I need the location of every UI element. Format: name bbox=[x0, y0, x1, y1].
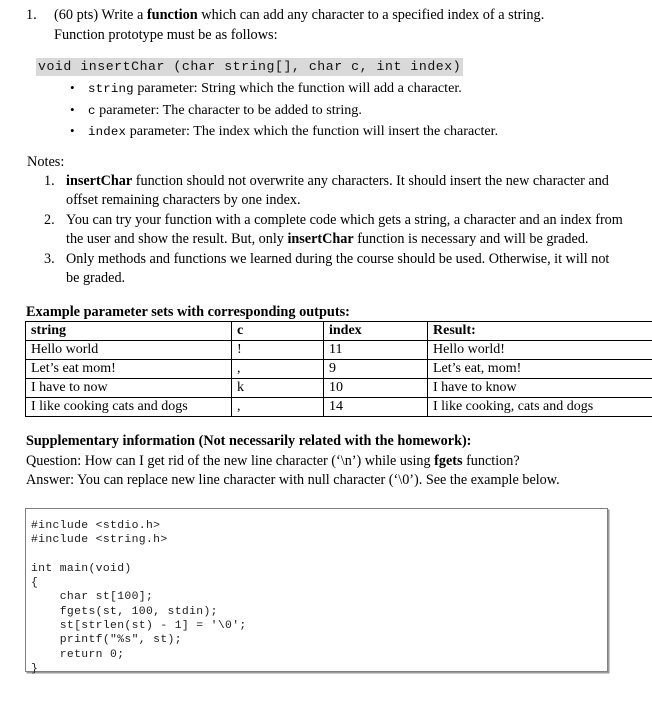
cell-string: I have to now bbox=[25, 378, 232, 398]
table-row: Hello world ! 11 Hello world! bbox=[25, 340, 652, 360]
cell-string: I like cooking cats and dogs bbox=[25, 397, 232, 417]
bullet-content: index parameter: The index which the fun… bbox=[88, 121, 615, 143]
table-row: I like cooking cats and dogs , 14 I like… bbox=[25, 397, 652, 417]
function-prototype-code: void insertChar (char string[], char c, … bbox=[36, 58, 464, 76]
question-bold-word: function bbox=[146, 7, 198, 23]
list-item: • string parameter: String which the fun… bbox=[70, 78, 615, 100]
column-header-index: index bbox=[323, 321, 428, 341]
question-line-2: Function prototype must be as follows: bbox=[54, 26, 278, 43]
note-content: insertChar function should not overwrite… bbox=[66, 172, 624, 211]
question-1-block: 1. (60 pts) Write a function which can a… bbox=[26, 6, 626, 45]
list-item: 2. You can try your function with a comp… bbox=[44, 211, 624, 250]
notes-label: Notes: bbox=[27, 154, 65, 170]
cell-result: I like cooking, cats and dogs bbox=[427, 397, 652, 417]
list-item: • c parameter: The character to be added… bbox=[70, 100, 615, 122]
note-content: You can try your function with a complet… bbox=[66, 211, 624, 250]
example-table-heading: Example parameter sets with correspondin… bbox=[26, 304, 350, 320]
table-header: string c index Result: bbox=[25, 321, 652, 341]
note-body-text: function should not overwrite any charac… bbox=[66, 173, 609, 209]
supplementary-question-suffix: function? bbox=[462, 452, 520, 469]
cell-result: I have to know bbox=[427, 378, 652, 398]
cell-string: Hello world bbox=[25, 340, 232, 360]
question-number: 1. bbox=[26, 7, 37, 23]
column-header-result: Result: bbox=[427, 321, 652, 341]
table-header-row: string c index Result: bbox=[25, 321, 652, 341]
cell-c: , bbox=[231, 359, 324, 379]
cell-result: Let’s eat, mom! bbox=[427, 359, 652, 379]
note-number: 1. bbox=[44, 173, 55, 189]
param-desc-c: parameter: The character to be added to … bbox=[95, 101, 362, 118]
column-header-string: string bbox=[25, 321, 232, 341]
code-sample-text: #include <stdio.h> #include <string.h> i… bbox=[31, 520, 247, 675]
note-number: 3. bbox=[44, 250, 55, 267]
table-row: Let’s eat mom! , 9 Let’s eat, mom! bbox=[25, 359, 652, 379]
param-desc-string: parameter: String which the function wil… bbox=[133, 80, 462, 96]
cell-c: , bbox=[231, 397, 324, 417]
note-body-part2: function is necessary and will be graded… bbox=[353, 231, 589, 248]
column-header-c: c bbox=[231, 321, 324, 341]
bullet-dot-icon: • bbox=[70, 80, 75, 95]
note-number: 2. bbox=[44, 211, 55, 228]
supplementary-question-prefix: Question: How can I get rid of the new l… bbox=[26, 452, 435, 469]
param-code-string: string bbox=[88, 82, 134, 96]
supplementary-section: Supplementary information (Not necessari… bbox=[26, 432, 626, 491]
cell-index: 9 bbox=[323, 359, 428, 379]
table-body: Hello world ! 11 Hello world! Let’s eat … bbox=[25, 340, 652, 417]
list-item: 1. insertChar function should not overwr… bbox=[44, 172, 624, 211]
question-points-prefix: (60 pts) Write a bbox=[54, 7, 147, 23]
param-code-c: c bbox=[88, 103, 96, 118]
cell-result: Hello world! bbox=[427, 340, 652, 360]
bullet-dot-icon: • bbox=[70, 123, 75, 139]
question-line-1: (60 pts) Write a function which can add … bbox=[54, 6, 626, 26]
cell-c: k bbox=[231, 378, 324, 398]
table-row: I have to now k 10 I have to know bbox=[25, 378, 652, 398]
example-parameter-table: string c index Result: Hello world ! 11 … bbox=[25, 321, 652, 417]
param-desc-index: parameter: The index which the function … bbox=[126, 123, 499, 140]
question-1-row: 1. (60 pts) Write a function which can a… bbox=[26, 6, 626, 45]
supplementary-question-bold: fgets bbox=[434, 452, 463, 469]
document-page: 1. (60 pts) Write a function which can a… bbox=[0, 0, 652, 720]
cell-index: 11 bbox=[323, 340, 428, 360]
bullet-content: string parameter: String which the funct… bbox=[88, 78, 615, 100]
cell-c: ! bbox=[231, 340, 324, 360]
list-item: 3. Only methods and functions we learned… bbox=[44, 250, 624, 289]
supplementary-title: Supplementary information (Not necessari… bbox=[26, 433, 472, 449]
supplementary-question: Question: How can I get rid of the new l… bbox=[26, 452, 626, 472]
bullet-dot-icon: • bbox=[70, 101, 75, 117]
question-text: (60 pts) Write a function which can add … bbox=[54, 6, 626, 45]
bullet-content: c parameter: The character to be added t… bbox=[88, 100, 615, 122]
note-content: Only methods and functions we learned du… bbox=[66, 250, 610, 287]
notes-list: 1. insertChar function should not overwr… bbox=[44, 172, 624, 288]
note-bold-lead: insertChar bbox=[66, 173, 133, 189]
question-line-1-rest: which can add any character to a specifi… bbox=[197, 7, 545, 23]
note-bold-mid: insertChar bbox=[287, 231, 354, 248]
code-sample-box: #include <stdio.h> #include <string.h> i… bbox=[25, 508, 608, 675]
list-item: • index parameter: The index which the f… bbox=[70, 121, 615, 143]
parameter-bullet-list: • string parameter: String which the fun… bbox=[70, 78, 615, 143]
cell-index: 10 bbox=[323, 378, 428, 398]
cell-index: 14 bbox=[323, 397, 428, 417]
supplementary-answer: Answer: You can replace new line charact… bbox=[26, 472, 560, 488]
param-code-index: index bbox=[88, 125, 127, 140]
cell-string: Let’s eat mom! bbox=[25, 359, 232, 379]
